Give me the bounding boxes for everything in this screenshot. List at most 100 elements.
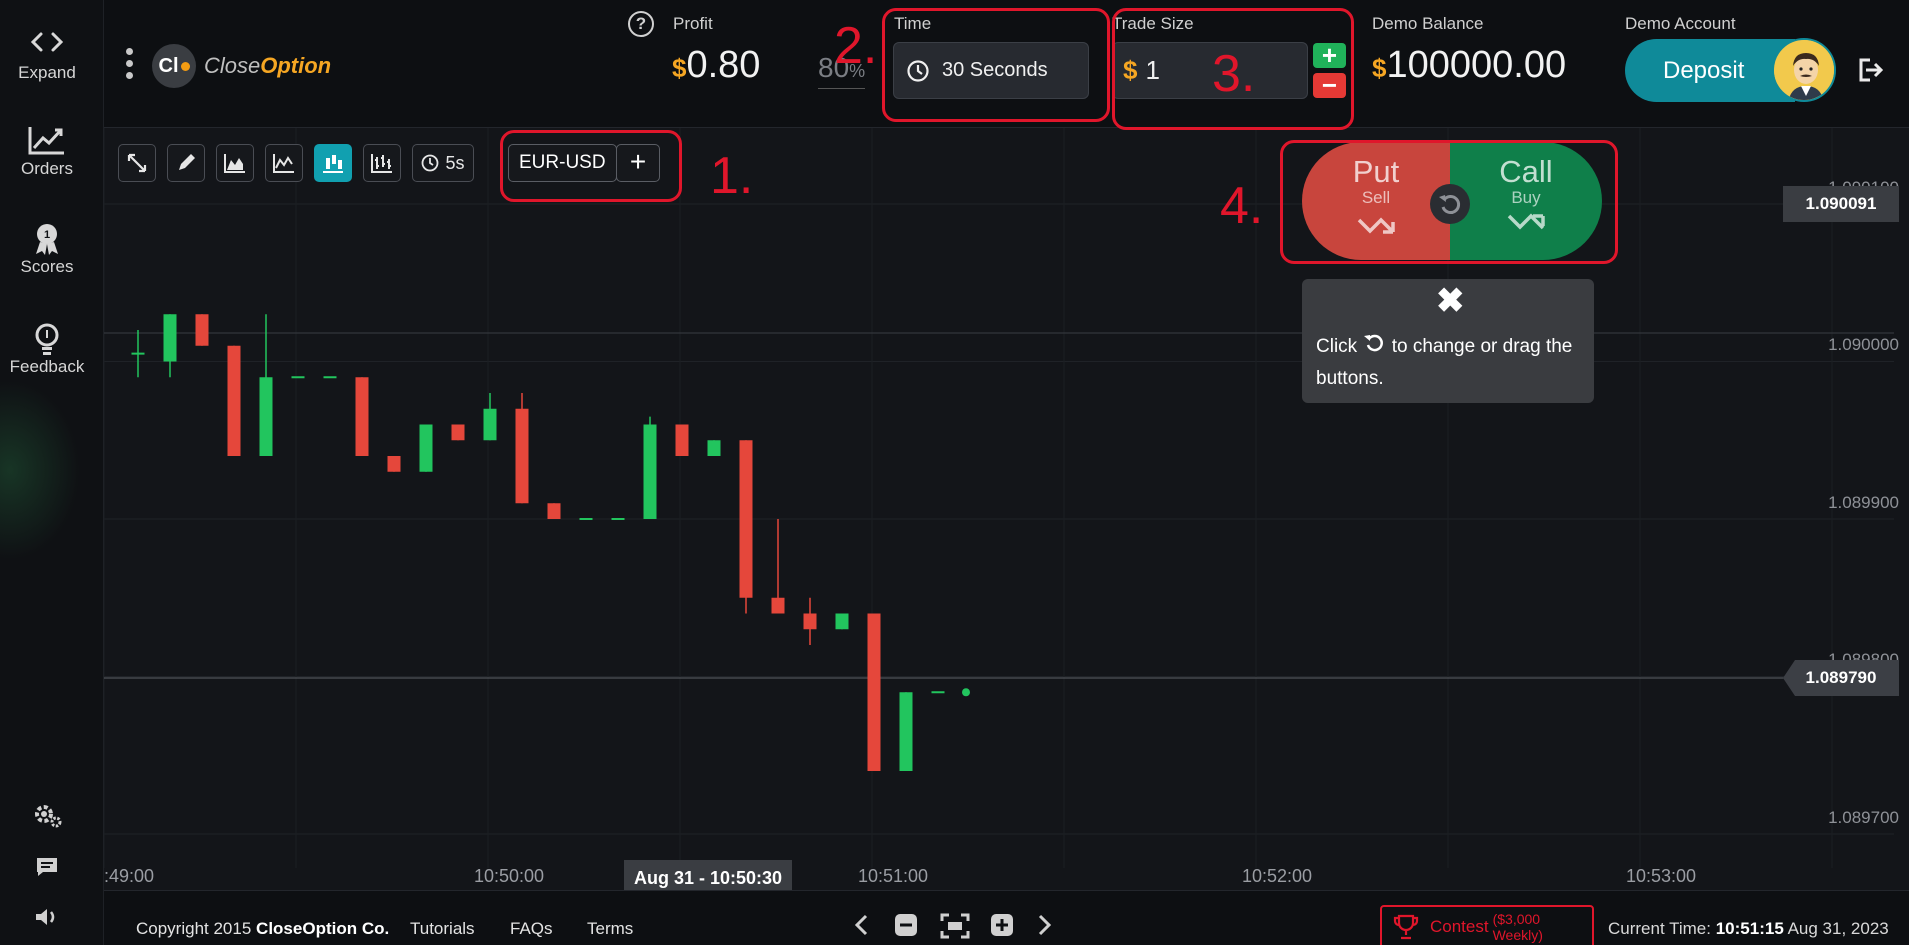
price-axis-label: 1.090000 (1828, 335, 1899, 354)
candle-body (323, 376, 337, 379)
current-price-tag: 1.089790 (1783, 660, 1899, 696)
candle-body (835, 613, 849, 630)
footer: Copyright 2015 CloseOption Co. Tutorials… (104, 890, 1909, 945)
tutorials-link[interactable]: Tutorials (410, 919, 475, 939)
candle (355, 377, 369, 456)
annotation-number-2: 2. (834, 17, 878, 75)
fit-screen-icon[interactable] (940, 913, 970, 944)
zoom-in-icon[interactable] (990, 913, 1014, 942)
candle-body (579, 518, 593, 520)
candle (419, 424, 433, 472)
candle (675, 424, 689, 456)
candle-body (675, 424, 689, 456)
sidebar-item-scores[interactable]: 1 Scores (0, 222, 94, 277)
sidebar-item-feedback[interactable]: Feedback (0, 322, 94, 377)
candle (547, 503, 561, 519)
left-sidebar: Expand Orders 1 Scores Feedback (0, 0, 104, 945)
volume-icon[interactable] (30, 906, 64, 933)
svg-text:1: 1 (44, 229, 50, 241)
candle (483, 393, 497, 441)
sidebar-item-orders[interactable]: Orders (0, 124, 94, 179)
candle-body (195, 314, 209, 346)
candle (451, 424, 465, 441)
current-time: Current Time: 10:51:15 Aug 31, 2023 (1608, 919, 1889, 938)
menu-kebab-icon[interactable] (126, 48, 136, 84)
candle-body (515, 408, 529, 504)
time-axis-label: 10:51:00 (858, 866, 929, 886)
candlestick-icon (323, 155, 343, 173)
candle (291, 376, 305, 379)
gear-icon[interactable] (30, 800, 64, 835)
candle-body (291, 376, 305, 379)
bulb-icon (0, 322, 94, 355)
annotation-box-2 (882, 8, 1110, 122)
interval-select[interactable]: 5s (412, 144, 474, 182)
candle-body (931, 691, 945, 694)
candle-chart-button[interactable] (314, 144, 352, 182)
sidebar-item-expand[interactable]: Expand (0, 28, 94, 83)
annotation-number-3: 3. (1212, 45, 1256, 103)
candle (803, 597, 817, 645)
candle (931, 691, 945, 694)
candle-body (739, 440, 753, 598)
candle (227, 345, 241, 456)
annotation-number-1: 1. (710, 147, 754, 205)
chart-toolbar: 5s (118, 144, 485, 182)
help-icon[interactable]: ? (628, 11, 654, 37)
annotation-box-4 (1280, 140, 1618, 264)
candle (163, 314, 177, 378)
price-axis-label: 1.089700 (1828, 808, 1899, 827)
profit-label: Profit (673, 14, 713, 33)
terms-link[interactable]: Terms (587, 919, 633, 939)
candle (323, 376, 337, 379)
candle (515, 393, 529, 504)
candle-body (643, 424, 657, 519)
candle (899, 692, 913, 771)
candle-body (259, 377, 273, 456)
zoom-out-icon[interactable] (894, 913, 918, 942)
live-price-dot (962, 688, 970, 697)
line-chart-icon (273, 154, 294, 173)
pencil-icon (179, 154, 195, 170)
tooltip-swap-hint: ✖ Click to change or drag the buttons. (1302, 279, 1594, 403)
fullscreen-button[interactable] (118, 144, 156, 182)
demo-balance-label: Demo Balance (1372, 14, 1484, 33)
close-icon[interactable]: ✖ (1436, 284, 1465, 318)
candle-body (387, 456, 401, 472)
ohlc-bars-icon (371, 154, 392, 173)
candle (835, 613, 849, 630)
chart-area[interactable] (104, 128, 1909, 890)
bar-chart-button[interactable] (363, 144, 401, 182)
logo-text: CloseOption (204, 53, 332, 78)
candle (771, 519, 785, 614)
line-chart-button[interactable] (265, 144, 303, 182)
candle (259, 314, 273, 456)
avatar[interactable] (1772, 38, 1836, 102)
candle-body (771, 597, 785, 614)
time-axis-label: 10:52:00 (1242, 866, 1313, 886)
sidebar-item-label: Expand (18, 63, 76, 82)
candle (739, 440, 753, 614)
price-chart[interactable] (104, 128, 1909, 890)
deposit-button[interactable]: Deposit (1625, 39, 1795, 102)
candle-body (227, 345, 241, 456)
chevron-left-icon[interactable] (852, 913, 872, 942)
chat-icon[interactable] (30, 856, 64, 883)
time-axis-label: :49:00 (104, 866, 155, 886)
sidebar-glow (0, 380, 80, 560)
price-axis-label: 1.089900 (1828, 493, 1899, 512)
candle-body (867, 613, 881, 771)
chevron-right-icon[interactable] (1034, 913, 1054, 942)
draw-tool-button[interactable] (167, 144, 205, 182)
brand-logo[interactable]: Cl CloseOption (152, 44, 331, 88)
candle (611, 518, 625, 520)
sidebar-item-label: Feedback (9, 357, 85, 376)
logout-icon[interactable] (1856, 56, 1884, 89)
area-chart-button[interactable] (216, 144, 254, 182)
annotation-number-4: 4. (1220, 177, 1264, 235)
contest-button[interactable]: Contest ($3,000 Weekly) (1380, 905, 1594, 945)
faqs-link[interactable]: FAQs (510, 919, 553, 939)
interval-value: 5s (445, 152, 465, 173)
profit-value: $0.80 (672, 44, 761, 86)
candle (867, 613, 881, 771)
